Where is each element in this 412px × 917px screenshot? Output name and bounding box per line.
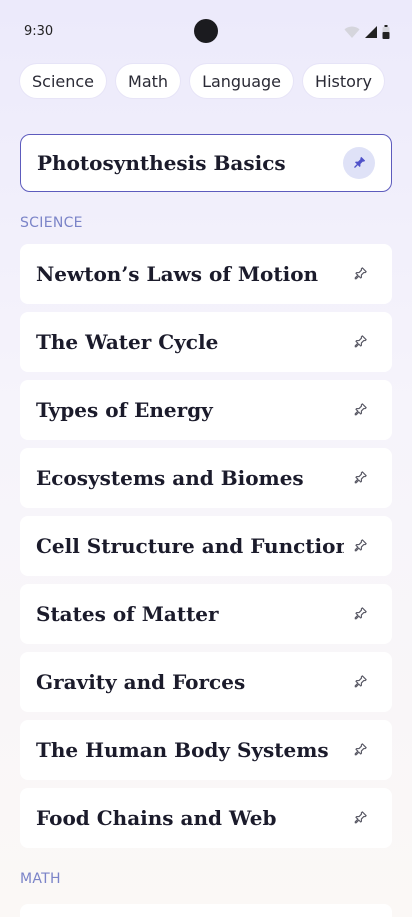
list-item[interactable]: Food Chains and Web bbox=[20, 788, 392, 848]
pin-outline-icon bbox=[354, 607, 367, 620]
topic-title: Types of Energy bbox=[36, 398, 213, 422]
list-item[interactable]: The Human Body Systems bbox=[20, 720, 392, 780]
pin-button[interactable] bbox=[344, 462, 376, 494]
topic-title: The Water Cycle bbox=[36, 330, 219, 354]
section-header-science: SCIENCE bbox=[20, 215, 83, 231]
pin-button[interactable] bbox=[344, 326, 376, 358]
topic-title: Food Chains and Web bbox=[36, 806, 277, 830]
chip-science[interactable]: Science bbox=[20, 64, 107, 98]
pin-filled-icon bbox=[354, 156, 366, 168]
status-icons bbox=[344, 24, 390, 40]
list-item[interactable]: Newton’s Laws of Motion bbox=[20, 244, 392, 304]
chip-history[interactable]: History bbox=[303, 64, 384, 98]
pin-button[interactable] bbox=[344, 598, 376, 630]
pin-outline-icon bbox=[354, 811, 367, 824]
math-list-item-peek[interactable] bbox=[20, 904, 392, 917]
list-item[interactable]: The Water Cycle bbox=[20, 312, 392, 372]
topic-title: Newton’s Laws of Motion bbox=[36, 262, 319, 286]
list-item[interactable]: Types of Energy bbox=[20, 380, 392, 440]
pinned-topic-title: Photosynthesis Basics bbox=[37, 151, 286, 175]
pin-outline-icon bbox=[354, 335, 367, 348]
pin-button[interactable] bbox=[344, 530, 376, 562]
battery-icon bbox=[382, 25, 390, 39]
section-header-math: MATH bbox=[20, 871, 61, 887]
pin-button[interactable] bbox=[344, 666, 376, 698]
pin-button[interactable] bbox=[344, 802, 376, 834]
category-chips: Science Math Language History bbox=[20, 64, 384, 98]
signal-icon bbox=[365, 26, 377, 38]
topic-title: Ecosystems and Biomes bbox=[36, 466, 304, 490]
status-bar: 9:30 bbox=[0, 0, 412, 64]
chip-language[interactable]: Language bbox=[190, 64, 294, 98]
pin-outline-icon bbox=[354, 675, 367, 688]
pinned-topic-card[interactable]: Photosynthesis Basics bbox=[20, 134, 392, 192]
wifi-icon bbox=[344, 26, 360, 38]
pin-outline-icon bbox=[354, 743, 367, 756]
list-item[interactable]: Gravity and Forces bbox=[20, 652, 392, 712]
pin-button[interactable] bbox=[344, 394, 376, 426]
pin-outline-icon bbox=[354, 471, 367, 484]
list-item[interactable]: Cell Structure and Function bbox=[20, 516, 392, 576]
pin-outline-icon bbox=[354, 267, 367, 280]
topic-title: Gravity and Forces bbox=[36, 670, 246, 694]
topic-title: States of Matter bbox=[36, 602, 219, 626]
status-time: 9:30 bbox=[24, 24, 54, 39]
list-item[interactable]: Ecosystems and Biomes bbox=[20, 448, 392, 508]
topic-title: The Human Body Systems bbox=[36, 738, 329, 762]
pin-outline-icon bbox=[354, 403, 367, 416]
unpin-button[interactable] bbox=[343, 147, 375, 179]
pin-button[interactable] bbox=[344, 734, 376, 766]
list-item[interactable]: States of Matter bbox=[20, 584, 392, 644]
chip-math[interactable]: Math bbox=[116, 64, 181, 98]
pin-outline-icon bbox=[354, 539, 367, 552]
topic-title: Cell Structure and Function bbox=[36, 534, 344, 558]
science-topic-list: Newton’s Laws of Motion The Water Cycle … bbox=[20, 244, 392, 856]
camera-cutout bbox=[194, 19, 218, 43]
pin-button[interactable] bbox=[344, 258, 376, 290]
